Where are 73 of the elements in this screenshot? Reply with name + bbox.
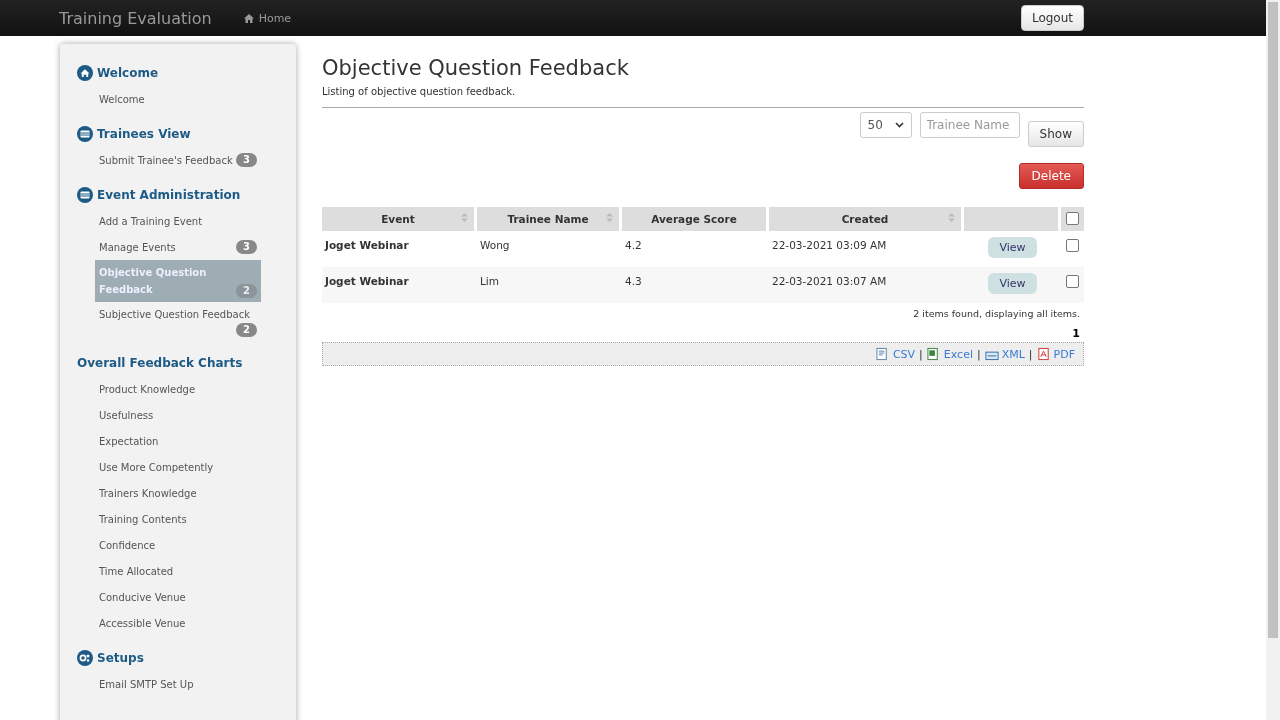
section-heading: Welcome — [97, 66, 159, 80]
table-cell-text: 22-03-2021 03:09 AM — [771, 238, 888, 253]
sidebar-item[interactable]: Submit Trainee's Feedback 3 — [95, 147, 261, 173]
export-link[interactable]: XML — [984, 347, 1025, 361]
page-title: Objective Question Feedback — [322, 56, 630, 80]
column-header[interactable]: Event — [322, 207, 477, 231]
scrollbar[interactable] — [1266, 0, 1280, 720]
home-link[interactable]: Home — [243, 11, 292, 25]
export-link[interactable]: PDF — [1036, 347, 1075, 361]
count-badge: 3 — [236, 153, 257, 167]
table-cell-text: 4.2 — [624, 238, 643, 253]
sidebar-item[interactable]: Welcome — [95, 86, 261, 112]
gears-icon — [77, 650, 93, 666]
page-number[interactable]: 1 — [1072, 327, 1080, 340]
separator-text: | — [919, 347, 923, 361]
view-button[interactable]: View — [988, 237, 1037, 258]
excel-file-icon — [926, 347, 941, 361]
pdf-file-icon — [1036, 347, 1051, 361]
sidebar-item[interactable]: Training Contents — [95, 506, 261, 532]
delete-button[interactable]: Delete — [1018, 163, 1084, 189]
sidebar-item[interactable]: Usefulness — [95, 402, 261, 428]
section-heading: Overall Feedback Charts — [77, 356, 243, 370]
count-badge: 2 — [236, 323, 257, 337]
sort-icon — [948, 212, 955, 223]
sidebar-item[interactable]: Confidence — [95, 532, 261, 558]
column-header[interactable]: Trainee Name — [477, 207, 622, 231]
sidebar-item[interactable]: Trainers Knowledge — [95, 480, 261, 506]
select-all-checkbox[interactable] — [1066, 211, 1079, 225]
page-size-select[interactable]: 50 — [859, 112, 912, 138]
table-cell: Joget Webinar — [322, 267, 477, 303]
sort-icon — [606, 212, 613, 223]
sidebar-item[interactable]: Conducive Venue — [95, 584, 261, 610]
row-checkbox[interactable] — [1066, 275, 1079, 288]
section-heading: Setups — [97, 651, 144, 665]
export-link[interactable]: Excel — [926, 347, 973, 361]
count-badge: 2 — [236, 284, 257, 298]
table-cell-text: Joget Webinar — [323, 238, 410, 253]
row-checkbox[interactable] — [1066, 239, 1079, 252]
column-header: Average Score — [622, 207, 769, 231]
sidebar-item[interactable]: Use More Competently — [95, 454, 261, 480]
chevron-down-icon — [894, 122, 904, 128]
table-cell: 22-03-2021 03:07 AM — [769, 267, 964, 303]
logout-button[interactable]: Logout — [1020, 5, 1084, 31]
section-heading: Trainees View — [97, 127, 191, 141]
home-icon — [77, 65, 93, 81]
section-heading: Event Administration — [97, 188, 241, 202]
show-button[interactable]: Show — [1027, 121, 1084, 147]
sidebar-item[interactable]: Accessible Venue — [95, 610, 261, 636]
page-subtitle: Listing of objective question feedback. — [322, 86, 517, 97]
export-link[interactable]: CSV — [875, 347, 916, 361]
sidebar-item[interactable]: Add a Training Event — [95, 208, 261, 234]
results-summary: 2 items found, displaying all items. — [912, 308, 1080, 319]
table-cell: 4.3 — [622, 267, 769, 303]
list-icon — [77, 126, 93, 142]
trainee-name-field[interactable]: Trainee Name — [919, 112, 1020, 138]
separator-text: | — [976, 347, 981, 361]
home-icon — [243, 13, 254, 23]
sidebar-item[interactable]: Subjective Question Feedback 2 — [95, 302, 261, 341]
sidebar-item[interactable]: Email SMTP Set Up — [95, 671, 261, 697]
list-icon — [77, 187, 93, 203]
app-title: Training Evaluation — [59, 8, 212, 28]
table-cell: Lim — [477, 267, 622, 303]
view-button[interactable]: View — [988, 273, 1037, 294]
sidebar-item[interactable]: Time Allocated — [95, 558, 261, 584]
separator-text: | — [1028, 347, 1033, 361]
column-header[interactable]: Created — [769, 207, 964, 231]
sort-icon — [461, 212, 468, 223]
csv-file-icon — [875, 347, 890, 361]
sidebar-item[interactable]: Expectation — [95, 428, 261, 454]
table-cell-text: Wong — [479, 238, 511, 253]
count-badge: 3 — [236, 240, 257, 254]
sidebar-item[interactable]: Product Knowledge — [95, 376, 261, 402]
sidebar-item[interactable]: Manage Events 3 — [95, 234, 261, 260]
